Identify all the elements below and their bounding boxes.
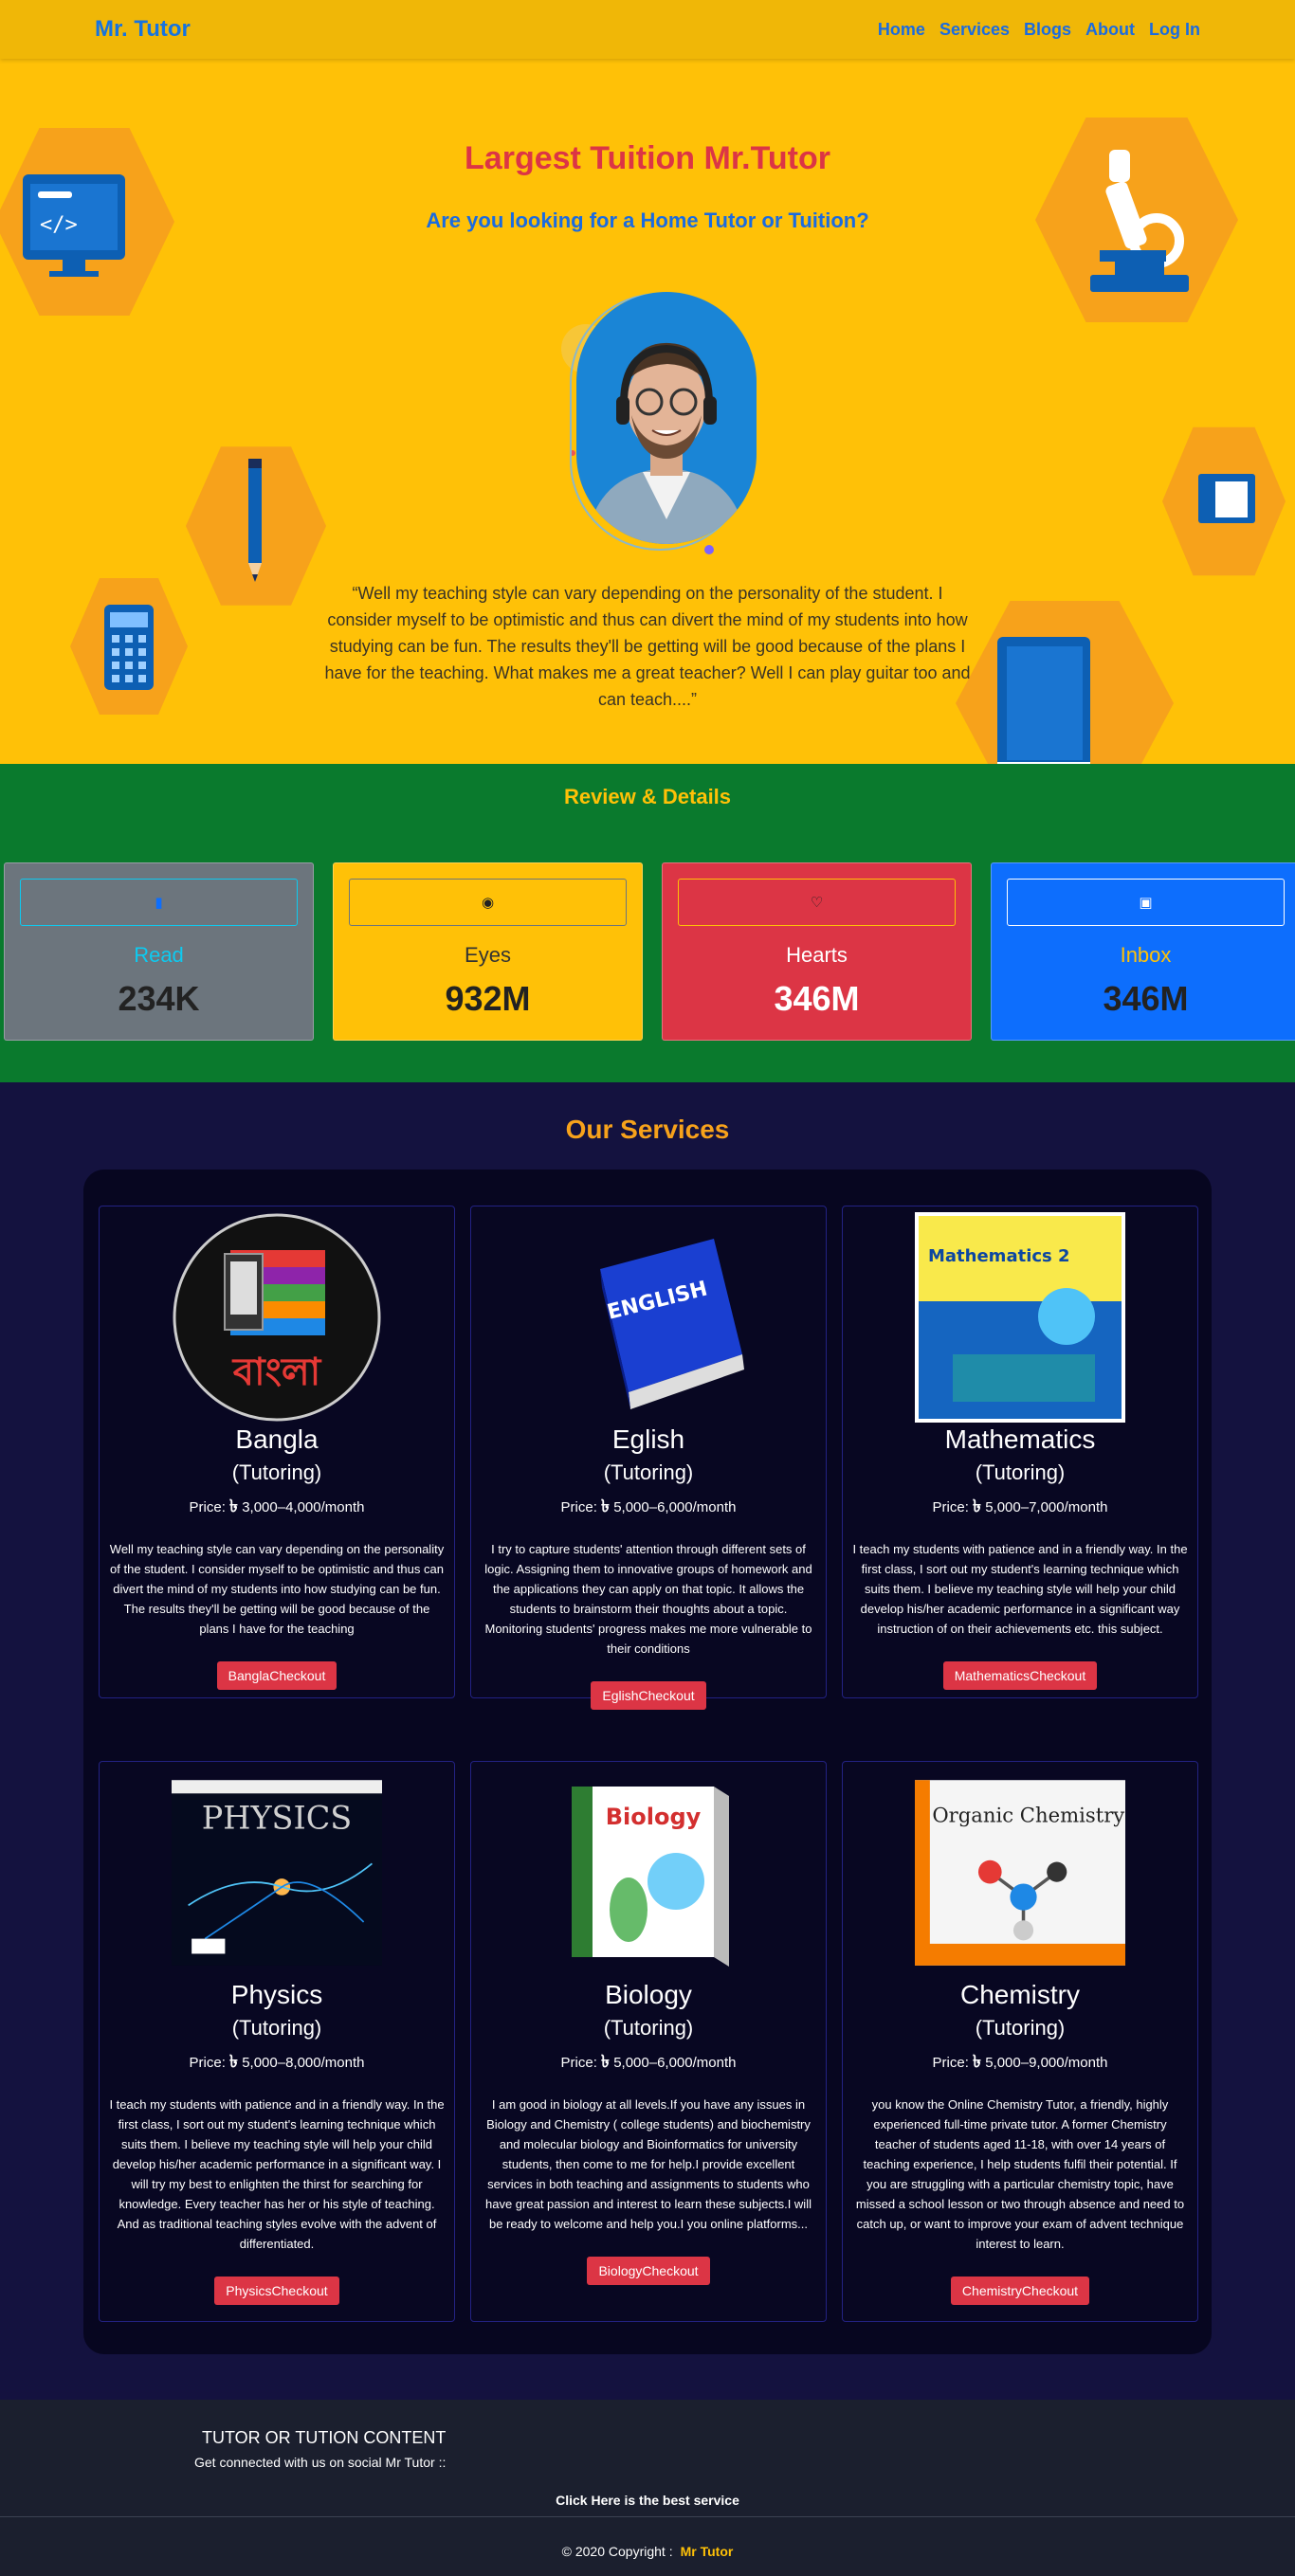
service-name: Bangla xyxy=(235,1424,319,1454)
review-card-inbox: ▣ Inbox 346M xyxy=(991,862,1295,1041)
hex-book-icon xyxy=(956,601,1174,764)
service-kind: (Tutoring) xyxy=(975,2016,1066,2040)
nav-links: Home Services Blogs About Log In xyxy=(864,20,1200,40)
hearts-button[interactable]: ♡ xyxy=(678,879,956,926)
mathematics-book-image: Mathematics 2 xyxy=(915,1212,1125,1423)
review-section: Review & Details ▮ Read 234K ◉ Eyes 932M… xyxy=(0,764,1295,1082)
svg-text:বাংলা: বাংলা xyxy=(231,1351,322,1394)
service-description: I teach my students with patience and in… xyxy=(852,1542,1188,1636)
biology-book-image: Biology xyxy=(543,1768,754,1978)
svg-text:Biology: Biology xyxy=(606,1804,702,1830)
service-price: Price: ৳ 5,000–8,000/month xyxy=(189,2052,365,2071)
service-description: you know the Online Chemistry Tutor, a f… xyxy=(855,2097,1185,2251)
read-button[interactable]: ▮ xyxy=(20,879,298,926)
brand-logo[interactable]: Mr. Tutor xyxy=(95,16,191,43)
nav-link-about[interactable]: About xyxy=(1085,20,1135,40)
review-card-read: ▮ Read 234K xyxy=(4,862,314,1041)
card-value: 932M xyxy=(445,979,531,1018)
nav-link-home[interactable]: Home xyxy=(878,20,925,40)
service-kind: (Tutoring) xyxy=(231,2016,322,2040)
card-value: 346M xyxy=(774,979,860,1018)
hex-laptop-icon xyxy=(1162,426,1286,576)
footer-subtitle: Get connected with us on social Mr Tutor… xyxy=(194,2455,447,2470)
hex-pencil-icon xyxy=(186,446,326,606)
footer-service-link[interactable]: Click Here is the best service xyxy=(0,2493,1295,2508)
svg-text:Organic Chemistry: Organic Chemistry xyxy=(932,1803,1124,1826)
footer-divider xyxy=(0,2516,1295,2517)
service-kind: (Tutoring) xyxy=(603,2016,694,2040)
eyes-button[interactable]: ◉ xyxy=(349,879,627,926)
card-value: 346M xyxy=(1103,979,1189,1018)
service-name: Chemistry xyxy=(959,1980,1080,2009)
nav-link-login[interactable]: Log In xyxy=(1149,20,1200,40)
service-kind: (Tutoring) xyxy=(975,1460,1066,1484)
service-description: I am good in biology at all levels.If yo… xyxy=(485,2097,812,2231)
service-kind: (Tutoring) xyxy=(231,1460,322,1484)
footer-title: TUTOR OR TUTION CONTENT xyxy=(202,2428,447,2447)
biology-checkout-button[interactable]: BiologyCheckout xyxy=(587,2257,710,2285)
card-label: Eyes xyxy=(465,943,511,967)
service-card-biology: Biology Biology (Tutoring) Price: ৳ 5,00… xyxy=(470,1761,827,2322)
tutor-avatar xyxy=(557,292,762,557)
hero-section: </> Largest Tuition Mr.Tutor Are you loo… xyxy=(0,59,1295,764)
service-card-english: ENGLISH Eglish (Tutoring) Price: ৳ 5,000… xyxy=(470,1206,827,1710)
english-book-image: ENGLISH xyxy=(543,1212,754,1423)
svg-text:Mathematics 2: Mathematics 2 xyxy=(928,1246,1070,1266)
service-card-physics: PHYSICS Physics (Tutoring) Price: ৳ 5,00… xyxy=(99,1761,455,2322)
service-card-mathematics: Mathematics 2 Mathematics (Tutoring) Pri… xyxy=(842,1206,1198,1698)
card-label: Inbox xyxy=(1120,943,1172,967)
footer-copyright: © 2020 Copyright : Mr Tutor xyxy=(0,2544,1295,2559)
service-name: Biology xyxy=(605,1980,692,2009)
service-kind: (Tutoring) xyxy=(603,1460,694,1484)
copyright-brand-link[interactable]: Mr Tutor xyxy=(681,2544,734,2559)
card-label: Hearts xyxy=(786,943,848,967)
inbox-icon: ▣ xyxy=(1139,895,1153,911)
service-price: Price: ৳ 3,000–4,000/month xyxy=(189,1497,365,1515)
services-title: Our Services xyxy=(565,1115,730,1144)
physics-checkout-button[interactable]: PhysicsCheckout xyxy=(214,2277,339,2305)
card-label: Read xyxy=(134,943,184,967)
services-section: Our Services বাংলা Bangla (Tutoring) Pri… xyxy=(0,1082,1295,2400)
tablet-icon: ▮ xyxy=(155,895,163,911)
hero-quote: “Well my teaching style can vary dependi… xyxy=(324,584,971,709)
copyright-text: © 2020 Copyright : xyxy=(561,2544,673,2559)
footer: TUTOR OR TUTION CONTENT Get connected wi… xyxy=(0,2400,1295,2576)
review-cards: ▮ Read 234K ◉ Eyes 932M ♡ Hearts 346M ▣ … xyxy=(4,862,1295,1041)
hero-title: Largest Tuition Mr.Tutor xyxy=(465,140,830,176)
hex-calculator-icon xyxy=(70,578,188,715)
review-title: Review & Details xyxy=(563,785,732,808)
service-price: Price: ৳ 5,000–9,000/month xyxy=(932,2052,1108,2071)
review-card-eyes: ◉ Eyes 932M xyxy=(333,862,643,1041)
nav-link-blogs[interactable]: Blogs xyxy=(1024,20,1071,40)
service-price: Price: ৳ 5,000–6,000/month xyxy=(560,1497,737,1515)
service-name: Mathematics xyxy=(944,1424,1096,1454)
bangla-checkout-button[interactable]: BanglaCheckout xyxy=(216,1661,337,1690)
eye-icon: ◉ xyxy=(481,895,495,911)
service-card-bangla: বাংলা Bangla (Tutoring) Price: ৳ 3,000–4… xyxy=(99,1206,455,1698)
inbox-button[interactable]: ▣ xyxy=(1007,879,1285,926)
service-price: Price: ৳ 5,000–6,000/month xyxy=(560,2052,737,2071)
english-checkout-button[interactable]: EglishCheckout xyxy=(591,1681,706,1710)
bangla-book-image: বাংলা xyxy=(172,1212,382,1423)
review-card-hearts: ♡ Hearts 346M xyxy=(662,862,972,1041)
nav-link-services[interactable]: Services xyxy=(939,20,1010,40)
service-name: Eglish xyxy=(611,1424,685,1454)
chemistry-checkout-button[interactable]: ChemistryCheckout xyxy=(950,2277,1090,2305)
service-card-chemistry: Organic Chemistry Chemistry (Tutoring) P… xyxy=(842,1761,1198,2322)
service-price: Price: ৳ 5,000–7,000/month xyxy=(932,1497,1108,1515)
hero-subtitle: Are you looking for a Home Tutor or Tuit… xyxy=(426,209,869,232)
service-description: I try to capture students' attention thr… xyxy=(484,1542,812,1656)
physics-book-image: PHYSICS xyxy=(172,1768,382,1978)
service-description: I teach my students with patience and in… xyxy=(109,2097,445,2251)
svg-text:PHYSICS: PHYSICS xyxy=(202,1799,353,1836)
card-value: 234K xyxy=(118,979,200,1018)
mathematics-checkout-button[interactable]: MathematicsCheckout xyxy=(942,1661,1098,1690)
services-panel: বাংলা Bangla (Tutoring) Price: ৳ 3,000–4… xyxy=(83,1170,1212,2354)
service-name: Physics xyxy=(230,1980,323,2009)
navbar: Mr. Tutor Home Services Blogs About Log … xyxy=(0,0,1295,59)
chemistry-book-image: Organic Chemistry xyxy=(915,1768,1125,1978)
heart-icon: ♡ xyxy=(810,895,824,911)
service-description: Well my teaching style can vary dependin… xyxy=(109,1542,445,1636)
